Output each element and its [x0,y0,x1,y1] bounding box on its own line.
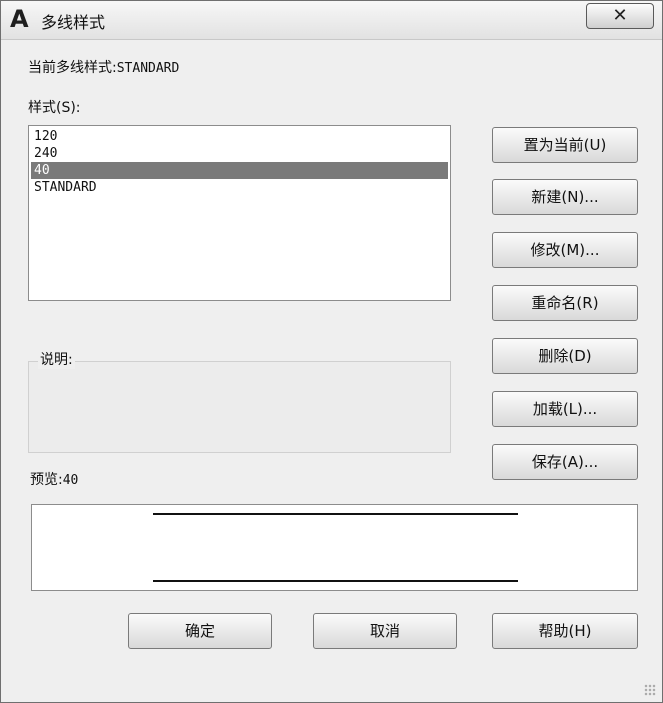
window-title: 多线样式 [41,13,106,32]
ok-button[interactable]: 确定 [128,613,272,649]
description-box [28,361,451,453]
list-item[interactable]: 120 [31,128,448,145]
list-item[interactable]: 240 [31,145,448,162]
resize-grip-icon[interactable] [644,684,656,696]
styles-listbox[interactable]: 120 240 40 STANDARD [28,125,451,301]
list-item[interactable]: STANDARD [31,179,448,196]
current-style-row: 当前多线样式:STANDARD [28,57,179,77]
title-bar[interactable]: A 多线样式 ✕ [1,1,662,40]
styles-label: 样式(S): [28,100,81,116]
delete-button[interactable]: 删除(D) [492,338,638,374]
preview-label: 预览: [30,472,63,488]
cancel-button[interactable]: 取消 [313,613,457,649]
help-button[interactable]: 帮助(H) [492,613,638,649]
preview-row: 预览:40 [30,469,78,489]
autocad-logo-icon: A [10,5,29,33]
set-current-button[interactable]: 置为当前(U) [492,127,638,163]
modify-button[interactable]: 修改(M)... [492,232,638,268]
preview-box [31,504,638,591]
preview-top-line [153,513,518,515]
current-style-label: 当前多线样式: [28,60,117,76]
multiline-style-dialog: A 多线样式 ✕ 当前多线样式:STANDARD 样式(S): 120 240 … [0,0,663,703]
save-button[interactable]: 保存(A)... [492,444,638,480]
load-button[interactable]: 加载(L)... [492,391,638,427]
list-item-selected[interactable]: 40 [31,162,448,179]
preview-value: 40 [62,473,79,488]
current-style-value: STANDARD [116,61,180,76]
description-label: 说明: [38,349,75,369]
new-button[interactable]: 新建(N)... [492,179,638,215]
close-icon: ✕ [612,5,628,26]
close-button[interactable]: ✕ [586,3,654,29]
rename-button[interactable]: 重命名(R) [492,285,638,321]
preview-bottom-line [153,580,518,582]
